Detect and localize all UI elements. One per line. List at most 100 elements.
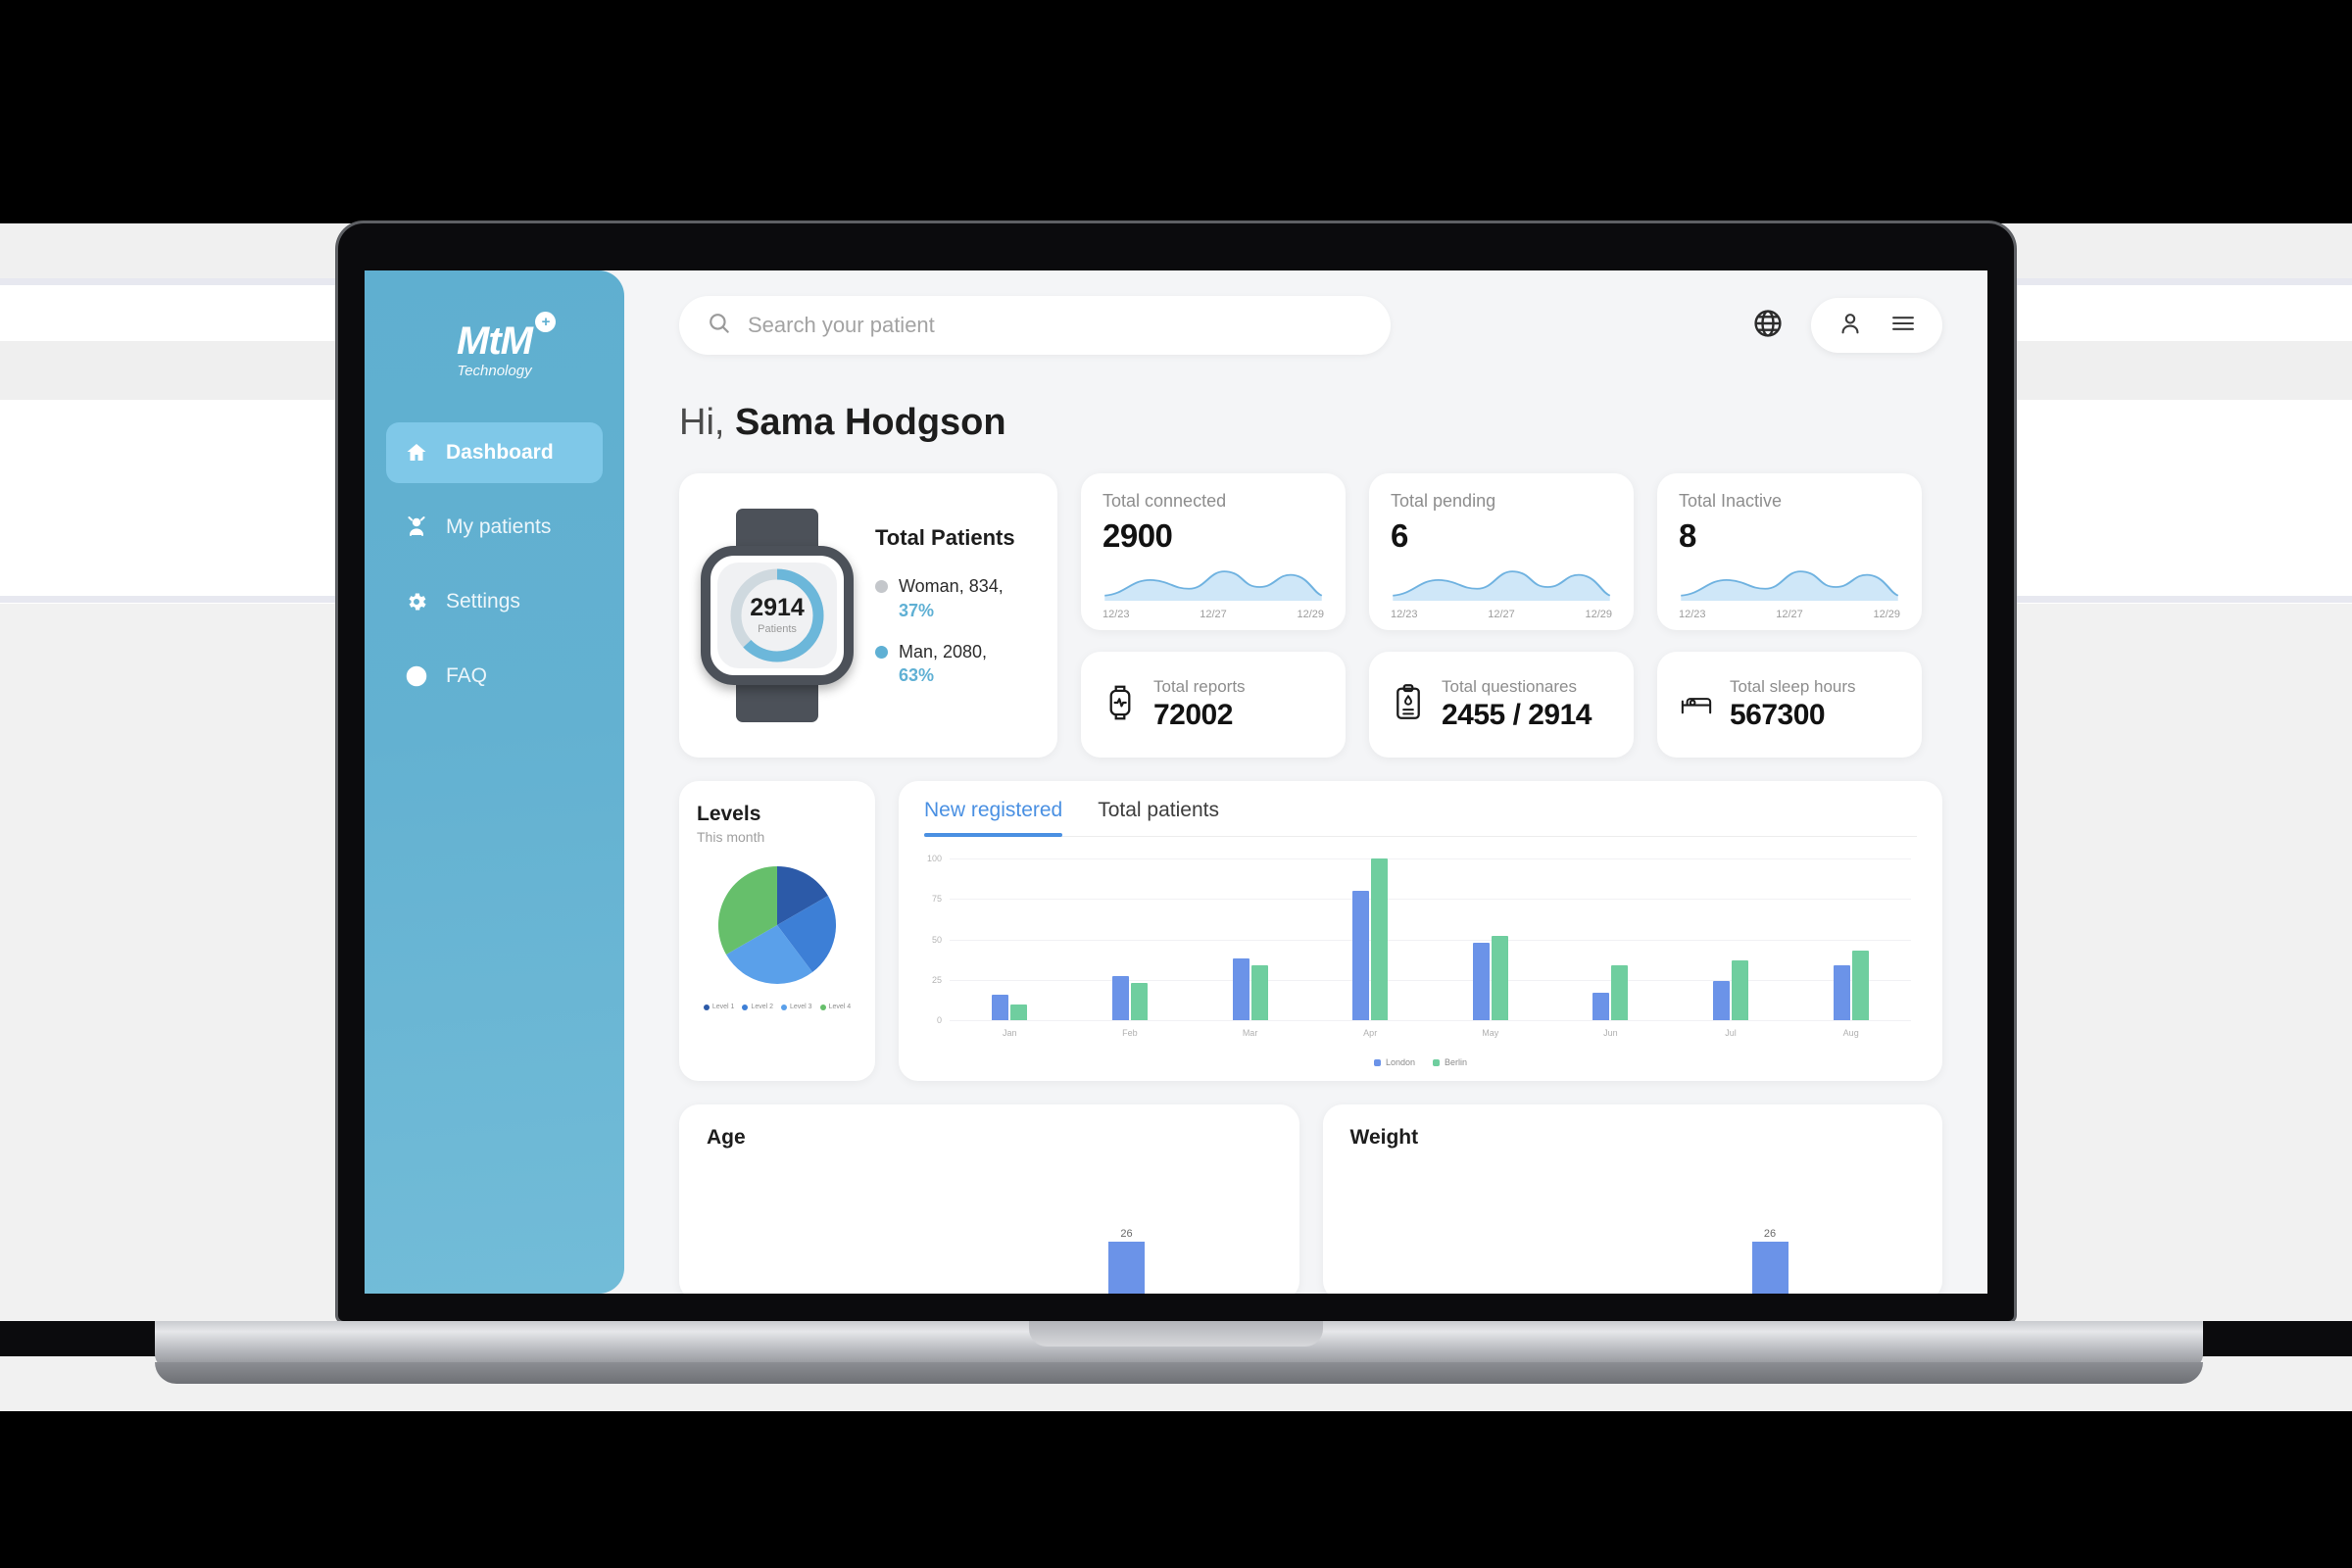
axis-tick: 12/29 — [1873, 609, 1900, 620]
total-patients-card: 2914 Patients Total Patients Woman, 834,… — [679, 473, 1057, 758]
sidebar-item-my-patients[interactable]: My patients — [386, 497, 603, 558]
legend-dot — [781, 1004, 787, 1010]
smartwatch-illustration: 2914 Patients — [693, 503, 861, 728]
legend-dot — [742, 1004, 749, 1010]
user-icon[interactable] — [1837, 310, 1864, 342]
search-placeholder: Search your patient — [748, 313, 935, 337]
bar-london — [1713, 981, 1731, 1020]
stat-text-block: Total sleep hours 567300 — [1730, 677, 1856, 732]
greeting-prefix: Hi, — [679, 402, 735, 443]
y-axis-tick: 75 — [931, 894, 942, 905]
bar-london — [1833, 964, 1850, 1020]
legend-item: Level 4 — [819, 1004, 852, 1010]
watch-body: 2914 Patients — [701, 546, 854, 685]
legend-label: Level 4 — [828, 1004, 852, 1010]
sparkline-chart — [1102, 560, 1324, 601]
bar-group: Aug — [1833, 858, 1869, 1038]
sidebar: MtM + Technology Dashboard My patients S… — [365, 270, 624, 1294]
sparkline-axis: 12/23 12/27 12/29 — [1102, 609, 1324, 620]
sparkline-axis: 12/23 12/27 12/29 — [1391, 609, 1612, 620]
clipboard-icon — [1391, 683, 1426, 727]
legend-text: Man, 2080, 63% — [899, 640, 987, 688]
greeting-name: Sama Hodgson — [735, 402, 1006, 443]
stat-value: 2900 — [1102, 517, 1173, 554]
y-axis-tick: 0 — [936, 1015, 942, 1025]
x-axis-tick: Jan — [1003, 1028, 1017, 1038]
detail-charts-row: Age 26 Weight 26 — [679, 1104, 1942, 1294]
tab-total-patients[interactable]: Total patients — [1098, 799, 1219, 836]
total-pending-card: Total pending 6 12/23 12/27 12/29 — [1369, 473, 1634, 630]
legend-label: London — [1385, 1057, 1416, 1067]
tab-new-registered[interactable]: New registered — [924, 799, 1063, 837]
age-card: Age 26 — [679, 1104, 1299, 1294]
sparkline-chart — [1391, 560, 1612, 601]
x-axis-tick: Jul — [1725, 1028, 1737, 1038]
total-inactive-card: Total Inactive 8 12/23 12/27 12/29 — [1657, 473, 1922, 630]
legend-label: Man, 2080, — [899, 642, 988, 662]
legend-text: Woman, 834, 37% — [899, 574, 1004, 622]
weight-bar-value: 26 — [1763, 1228, 1777, 1240]
legend-item-london: London — [1373, 1057, 1416, 1067]
bar-london — [1111, 976, 1129, 1020]
total-sleep-hours-card: Total sleep hours 567300 — [1657, 652, 1922, 758]
legend-dot — [1433, 1058, 1441, 1066]
globe-icon[interactable] — [1752, 308, 1784, 344]
bar-group: May — [1472, 858, 1508, 1038]
levels-title: Levels — [697, 803, 761, 825]
bar-london — [1472, 942, 1490, 1020]
total-reports-card: Total reports 72002 — [1081, 652, 1346, 758]
axis-tick: 12/23 — [1102, 609, 1130, 620]
axis-tick: 12/23 — [1679, 609, 1706, 620]
weight-card: Weight 26 — [1322, 1104, 1942, 1294]
axis-tick: 12/29 — [1585, 609, 1612, 620]
levels-card: Levels This month Level 1 Level 2 Level … — [679, 781, 875, 1081]
bar-london — [1352, 891, 1370, 1020]
stat-value: 2455 / 2914 — [1442, 699, 1592, 731]
search-input[interactable]: Search your patient — [679, 296, 1391, 355]
brand-name: MtM + — [457, 312, 556, 361]
legend-item: Level 2 — [742, 1004, 773, 1010]
donut-center-label: 2914 Patients — [726, 564, 828, 666]
sidebar-item-faq[interactable]: FAQ — [386, 646, 603, 707]
legend-item: Level 3 — [781, 1004, 812, 1010]
search-icon — [707, 311, 732, 341]
bar-chart-plot-area: 100 75 50 25 0 Jan Feb Mar Apr May Jun J… — [927, 854, 1911, 1038]
levels-legend: Level 1 Level 2 Level 3 Level 4 — [697, 1004, 858, 1010]
bar-berlin — [1491, 936, 1508, 1020]
sidebar-item-settings[interactable]: Settings — [386, 571, 603, 632]
top-bar: Search your patient — [679, 296, 1942, 355]
total-patients-title: Total Patients — [875, 525, 1015, 551]
home-icon — [404, 440, 429, 466]
weight-bar — [1751, 1242, 1788, 1294]
stat-value: 6 — [1391, 517, 1408, 554]
x-axis-tick: Aug — [1842, 1028, 1859, 1038]
watch-face: 2914 Patients — [717, 563, 837, 668]
sidebar-item-label: Settings — [446, 590, 520, 612]
brand-tagline: Technology — [457, 363, 532, 379]
total-connected-card: Total connected 2900 12/23 12/27 12/29 — [1081, 473, 1346, 630]
user-menu-button[interactable] — [1811, 298, 1942, 353]
bar-chart-legend: London Berlin — [924, 1057, 1917, 1067]
legend-item-man: Man, 2080, 63% — [875, 640, 1015, 688]
hamburger-menu-icon[interactable] — [1889, 310, 1917, 342]
axis-tick: 12/29 — [1297, 609, 1324, 620]
laptop-base-notch — [1029, 1321, 1323, 1347]
age-title: Age — [707, 1126, 746, 1149]
x-axis-tick: May — [1482, 1028, 1499, 1038]
smartwatch-heartbeat-icon — [1102, 683, 1138, 727]
stat-column-inactive: Total Inactive 8 12/23 12/27 12/29 Total… — [1657, 473, 1922, 758]
legend-dot — [875, 646, 888, 659]
stat-value: 567300 — [1730, 699, 1826, 731]
sidebar-item-dashboard[interactable]: Dashboard — [386, 422, 603, 483]
bar-berlin — [1250, 964, 1268, 1020]
laptop-base-bottom — [155, 1362, 2203, 1384]
x-axis-tick: Jun — [1603, 1028, 1618, 1038]
stats-row: 2914 Patients Total Patients Woman, 834,… — [679, 473, 1942, 758]
y-axis-tick: 25 — [931, 974, 942, 985]
people-icon — [404, 514, 429, 540]
stat-text-block: Total questionares 2455 / 2914 — [1442, 677, 1592, 732]
stat-label: Total pending — [1391, 491, 1496, 511]
stat-label: Total reports — [1153, 677, 1246, 696]
patients-donut-chart: 2914 Patients — [726, 564, 828, 666]
stat-column-connected: Total connected 2900 12/23 12/27 12/29 T… — [1081, 473, 1346, 758]
